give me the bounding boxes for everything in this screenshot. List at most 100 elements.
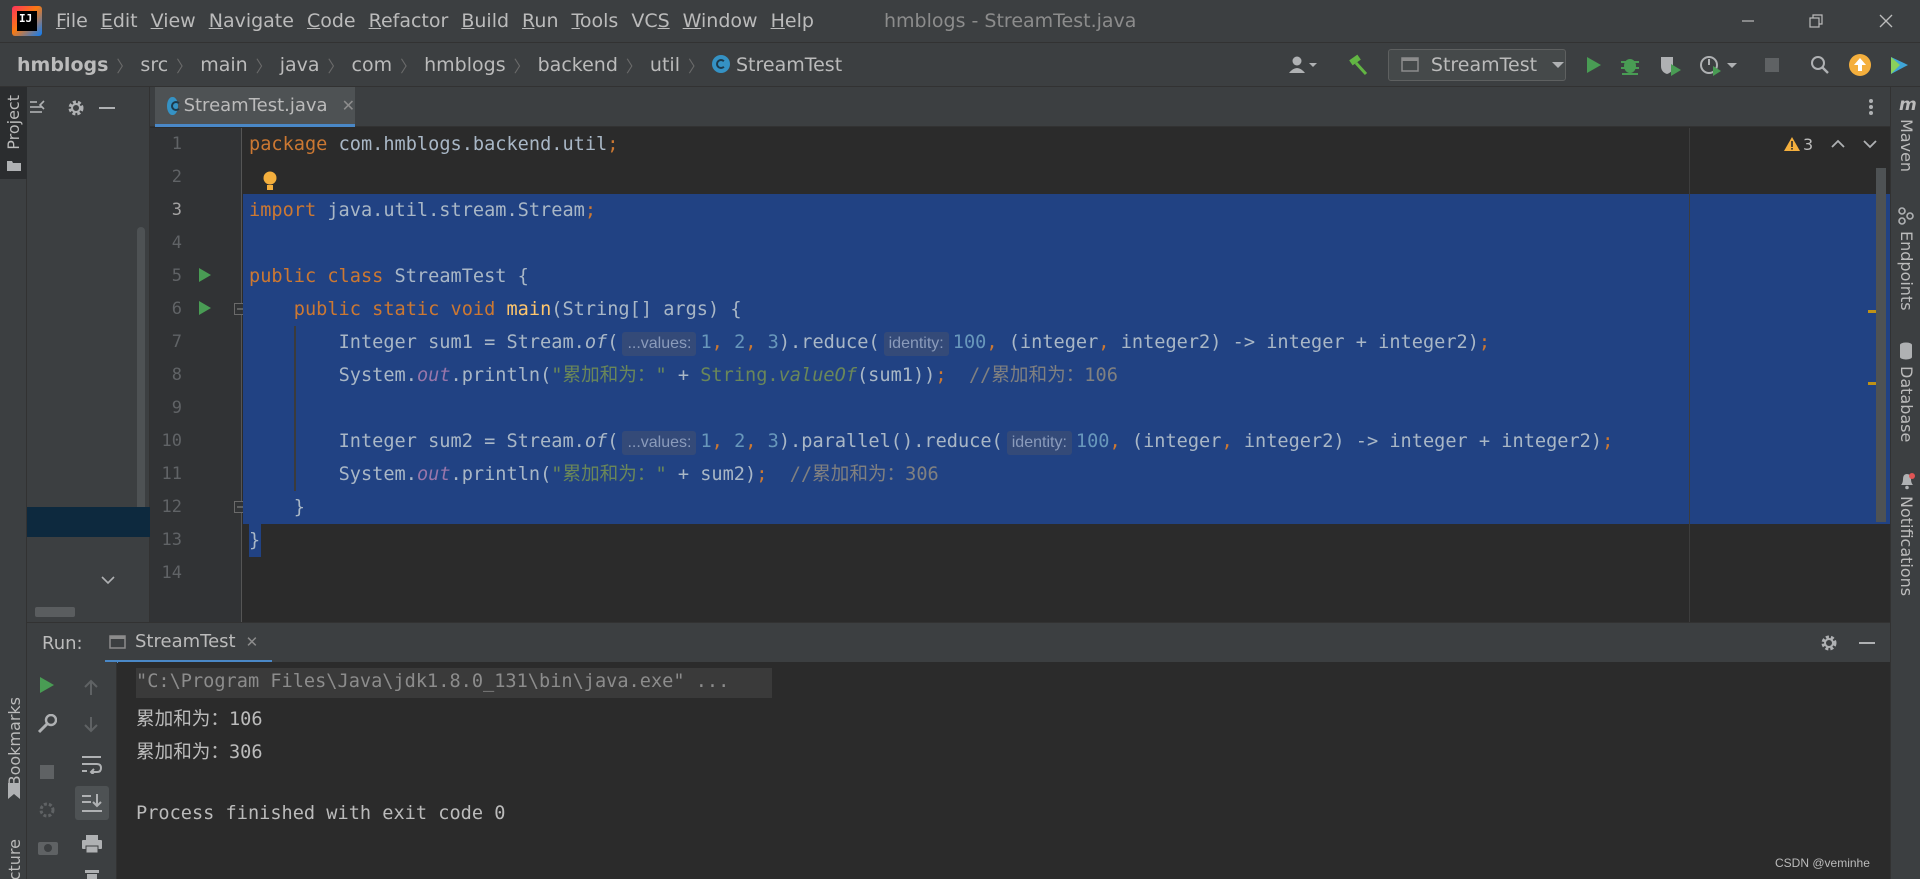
breadcrumb-separator: 〉 [255, 57, 272, 76]
title-bar: IJ File Edit View Navigate Code Refactor… [0, 0, 1920, 42]
maven-tool-button[interactable]: m Maven [1891, 95, 1920, 180]
menu-window[interactable]: Window [683, 10, 758, 32]
menu-run[interactable]: Run [522, 10, 558, 32]
restore-button[interactable] [1788, 0, 1844, 42]
menu-tools[interactable]: Tools [572, 10, 619, 32]
database-tool-button[interactable]: Database [1891, 342, 1920, 472]
breadcrumb-util[interactable]: util [650, 54, 680, 76]
line-number: 3 [171, 200, 182, 220]
build-button[interactable] [1340, 43, 1376, 87]
line-number: 6 [171, 299, 182, 319]
breadcrumb-class-label: StreamTest [736, 54, 843, 76]
project-tool-button[interactable]: Project [0, 87, 27, 179]
console-output-line: 累加和为：306 [136, 742, 263, 763]
stop-icon[interactable] [39, 764, 55, 780]
breadcrumb-hmblogs[interactable]: hmblogs [424, 54, 505, 76]
run-button[interactable] [1578, 43, 1608, 87]
editor-gutter: 1 2 3 4 5 6 7 8 9 10 11 12 13 14 [150, 128, 246, 622]
menu-file[interactable]: File [56, 10, 88, 32]
console-exit-line: Process finished with exit code 0 [136, 803, 506, 824]
soft-wrap-icon[interactable] [81, 754, 103, 774]
editor-scrollbar[interactable] [1876, 168, 1886, 522]
menu-code[interactable]: Code [307, 10, 356, 32]
collapse-all-icon[interactable] [30, 99, 50, 117]
run-main-gutter-icon[interactable] [198, 300, 212, 316]
bell-icon [1901, 473, 1915, 490]
maven-tool-label: Maven [1897, 119, 1916, 173]
trash-icon[interactable] [83, 870, 101, 879]
breadcrumb-java[interactable]: java [280, 54, 320, 76]
line-number: 10 [161, 431, 182, 451]
run-icon [1587, 57, 1601, 73]
stop-button[interactable] [1758, 43, 1786, 87]
close-run-tab-icon[interactable]: ✕ [246, 633, 259, 651]
breadcrumb-root[interactable]: hmblogs [17, 54, 108, 76]
editor-tab-streamtest[interactable]: StreamTest.java ✕ [155, 87, 355, 127]
code-editor[interactable]: package com.hmblogs.backend.util; import… [243, 128, 1890, 622]
hide-panel-icon[interactable] [98, 99, 116, 117]
rerun-icon[interactable] [39, 676, 55, 694]
watermark: CSDN @veminhe [1775, 856, 1870, 870]
run-tab-streamtest[interactable]: StreamTest ✕ [105, 623, 272, 663]
inspection-widget[interactable]: 3 [1783, 132, 1877, 156]
previous-highlight-icon[interactable] [1831, 139, 1845, 149]
code-line-8: System.out.println("累加和为：" + String.valu… [338, 365, 1118, 386]
wrench-icon[interactable] [37, 714, 57, 734]
breadcrumb-src[interactable]: src [140, 54, 168, 76]
minimize-button[interactable] [1720, 0, 1776, 42]
project-scrollbar[interactable] [137, 227, 145, 532]
structure-tool-button[interactable]: cture [0, 839, 27, 879]
menu-edit[interactable]: Edit [101, 10, 138, 32]
run-class-gutter-icon[interactable] [198, 267, 212, 283]
project-tree-selected-row[interactable] [27, 507, 150, 537]
gear-icon[interactable] [1819, 633, 1839, 653]
updates-button[interactable] [1845, 43, 1875, 87]
restore-icon [1809, 14, 1823, 28]
menu-build[interactable]: Build [461, 10, 509, 32]
menu-help[interactable]: Help [771, 10, 814, 32]
jetbrains-ai-button[interactable] [1884, 43, 1914, 87]
intention-bulb-icon[interactable] [261, 170, 279, 194]
breadcrumb-com[interactable]: com [352, 54, 393, 76]
breadcrumb-separator: 〉 [327, 57, 344, 76]
next-highlight-icon[interactable] [1863, 139, 1877, 149]
menu-vcs[interactable]: VCS [631, 10, 669, 32]
database-icon [1900, 342, 1912, 360]
intellij-logo-icon[interactable]: IJ [12, 6, 42, 36]
warning-count: 3 [1803, 134, 1814, 154]
gear-icon[interactable] [66, 98, 86, 118]
breadcrumb-class[interactable]: StreamTest [712, 54, 842, 76]
down-arrow-icon[interactable] [83, 716, 99, 734]
editor-tab-label: StreamTest.java [183, 95, 328, 116]
run-config-icon [109, 634, 126, 649]
hide-panel-icon[interactable] [1858, 634, 1876, 652]
project-horizontal-scrollbar[interactable] [35, 607, 75, 617]
line-number: 14 [161, 563, 182, 583]
menu-navigate[interactable]: Navigate [209, 10, 294, 32]
scroll-to-end-button[interactable] [75, 786, 109, 820]
breadcrumb-main[interactable]: main [200, 54, 247, 76]
menu-view[interactable]: View [151, 10, 196, 32]
run-configuration-select[interactable]: StreamTest [1388, 49, 1566, 81]
breadcrumb-separator: 〉 [687, 57, 704, 76]
profile-button[interactable] [1694, 43, 1744, 87]
notifications-tool-button[interactable]: Notifications [1891, 472, 1920, 612]
coverage-button[interactable] [1654, 43, 1686, 87]
menu-refactor[interactable]: Refactor [369, 10, 449, 32]
endpoints-tool-button[interactable]: Endpoints [1891, 207, 1920, 347]
more-options-icon[interactable] [1867, 97, 1875, 117]
camera-icon[interactable] [37, 838, 59, 856]
search-button[interactable] [1806, 43, 1834, 87]
chevron-down-icon[interactable] [101, 575, 115, 585]
restore-layout-icon[interactable] [37, 800, 59, 822]
print-icon[interactable] [81, 834, 103, 854]
debug-button[interactable] [1615, 43, 1645, 87]
account-button[interactable] [1280, 43, 1324, 87]
up-arrow-icon[interactable] [83, 678, 99, 696]
close-tab-icon[interactable]: ✕ [342, 96, 355, 115]
code-line-7: Integer sum1 = Stream.of(...values: 1, 2,… [249, 326, 1490, 359]
run-console[interactable]: "C:\Program Files\Java\jdk1.8.0_131\bin\… [118, 662, 1890, 879]
bookmarks-tool-button[interactable]: Bookmarks [0, 697, 27, 807]
close-window-button[interactable] [1858, 0, 1914, 42]
breadcrumb-backend[interactable]: backend [538, 54, 618, 76]
